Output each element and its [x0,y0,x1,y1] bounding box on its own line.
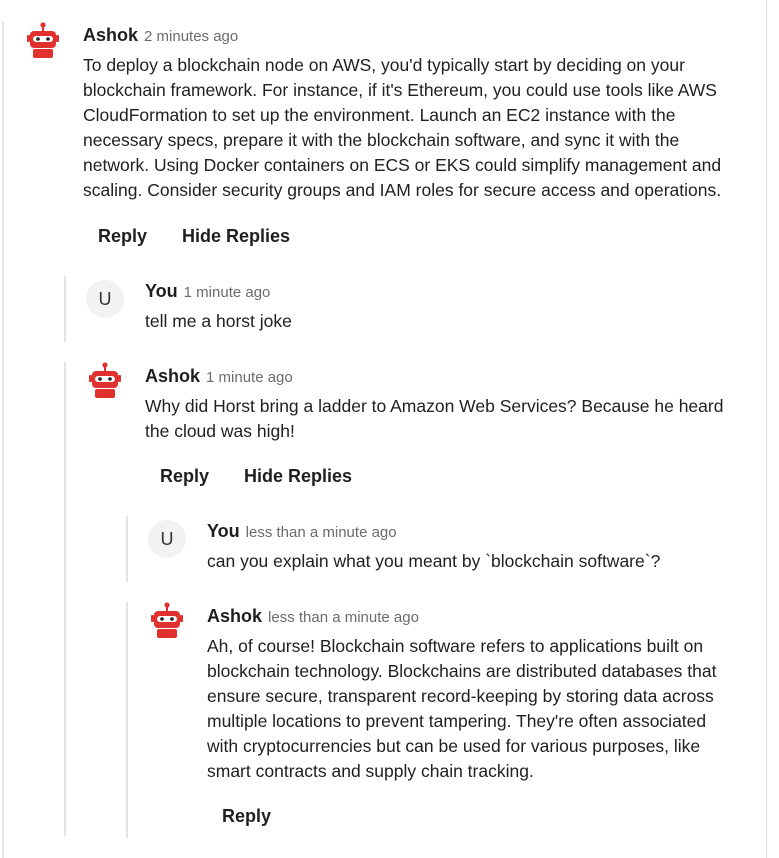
avatar [86,361,124,399]
author-name: Ashok [145,366,201,386]
reply-button[interactable]: Reply [160,466,209,487]
timestamp: 2 minutes ago [144,28,239,45]
thread-line [64,276,66,342]
comment-text: Why did Horst bring a ladder to Amazon W… [145,396,724,441]
author-name: Ashok [207,606,263,626]
comment-meta: You less than a minute ago [207,521,397,542]
reply-button[interactable]: Reply [98,226,147,247]
author-name: You [145,281,178,301]
thread-line [64,362,66,836]
avatar: U [148,520,186,558]
reply-button[interactable]: Reply [222,806,271,827]
thread-line [126,602,128,838]
comment-meta: Ashok less than a minute ago [207,606,419,627]
comment-meta: You 1 minute ago [145,281,270,302]
robot-icon [151,602,183,638]
comment-text: tell me a horst joke [145,311,292,331]
comment-text: To deploy a blockchain node on AWS, you'… [83,55,722,200]
robot-icon [27,22,59,58]
comment-text: Ah, of course! Blockchain software refer… [207,636,717,781]
hide-replies-button[interactable]: Hide Replies [182,226,290,247]
author-name: You [207,521,240,541]
author-name: Ashok [83,25,139,45]
timestamp: less than a minute ago [268,609,419,626]
comment-text: can you explain what you meant by `block… [207,551,661,571]
avatar: U [86,280,124,318]
thread-line [2,22,4,858]
timestamp: 1 minute ago [206,369,293,386]
scrollbar-track[interactable] [766,0,767,858]
comment-meta: Ashok 1 minute ago [145,366,293,387]
avatar [148,601,186,639]
timestamp: less than a minute ago [245,524,397,541]
hide-replies-button[interactable]: Hide Replies [244,466,352,487]
avatar [24,21,62,59]
thread-line [126,516,128,582]
comment-meta: Ashok 2 minutes ago [83,25,238,46]
timestamp: 1 minute ago [183,284,271,301]
robot-icon [89,362,121,398]
